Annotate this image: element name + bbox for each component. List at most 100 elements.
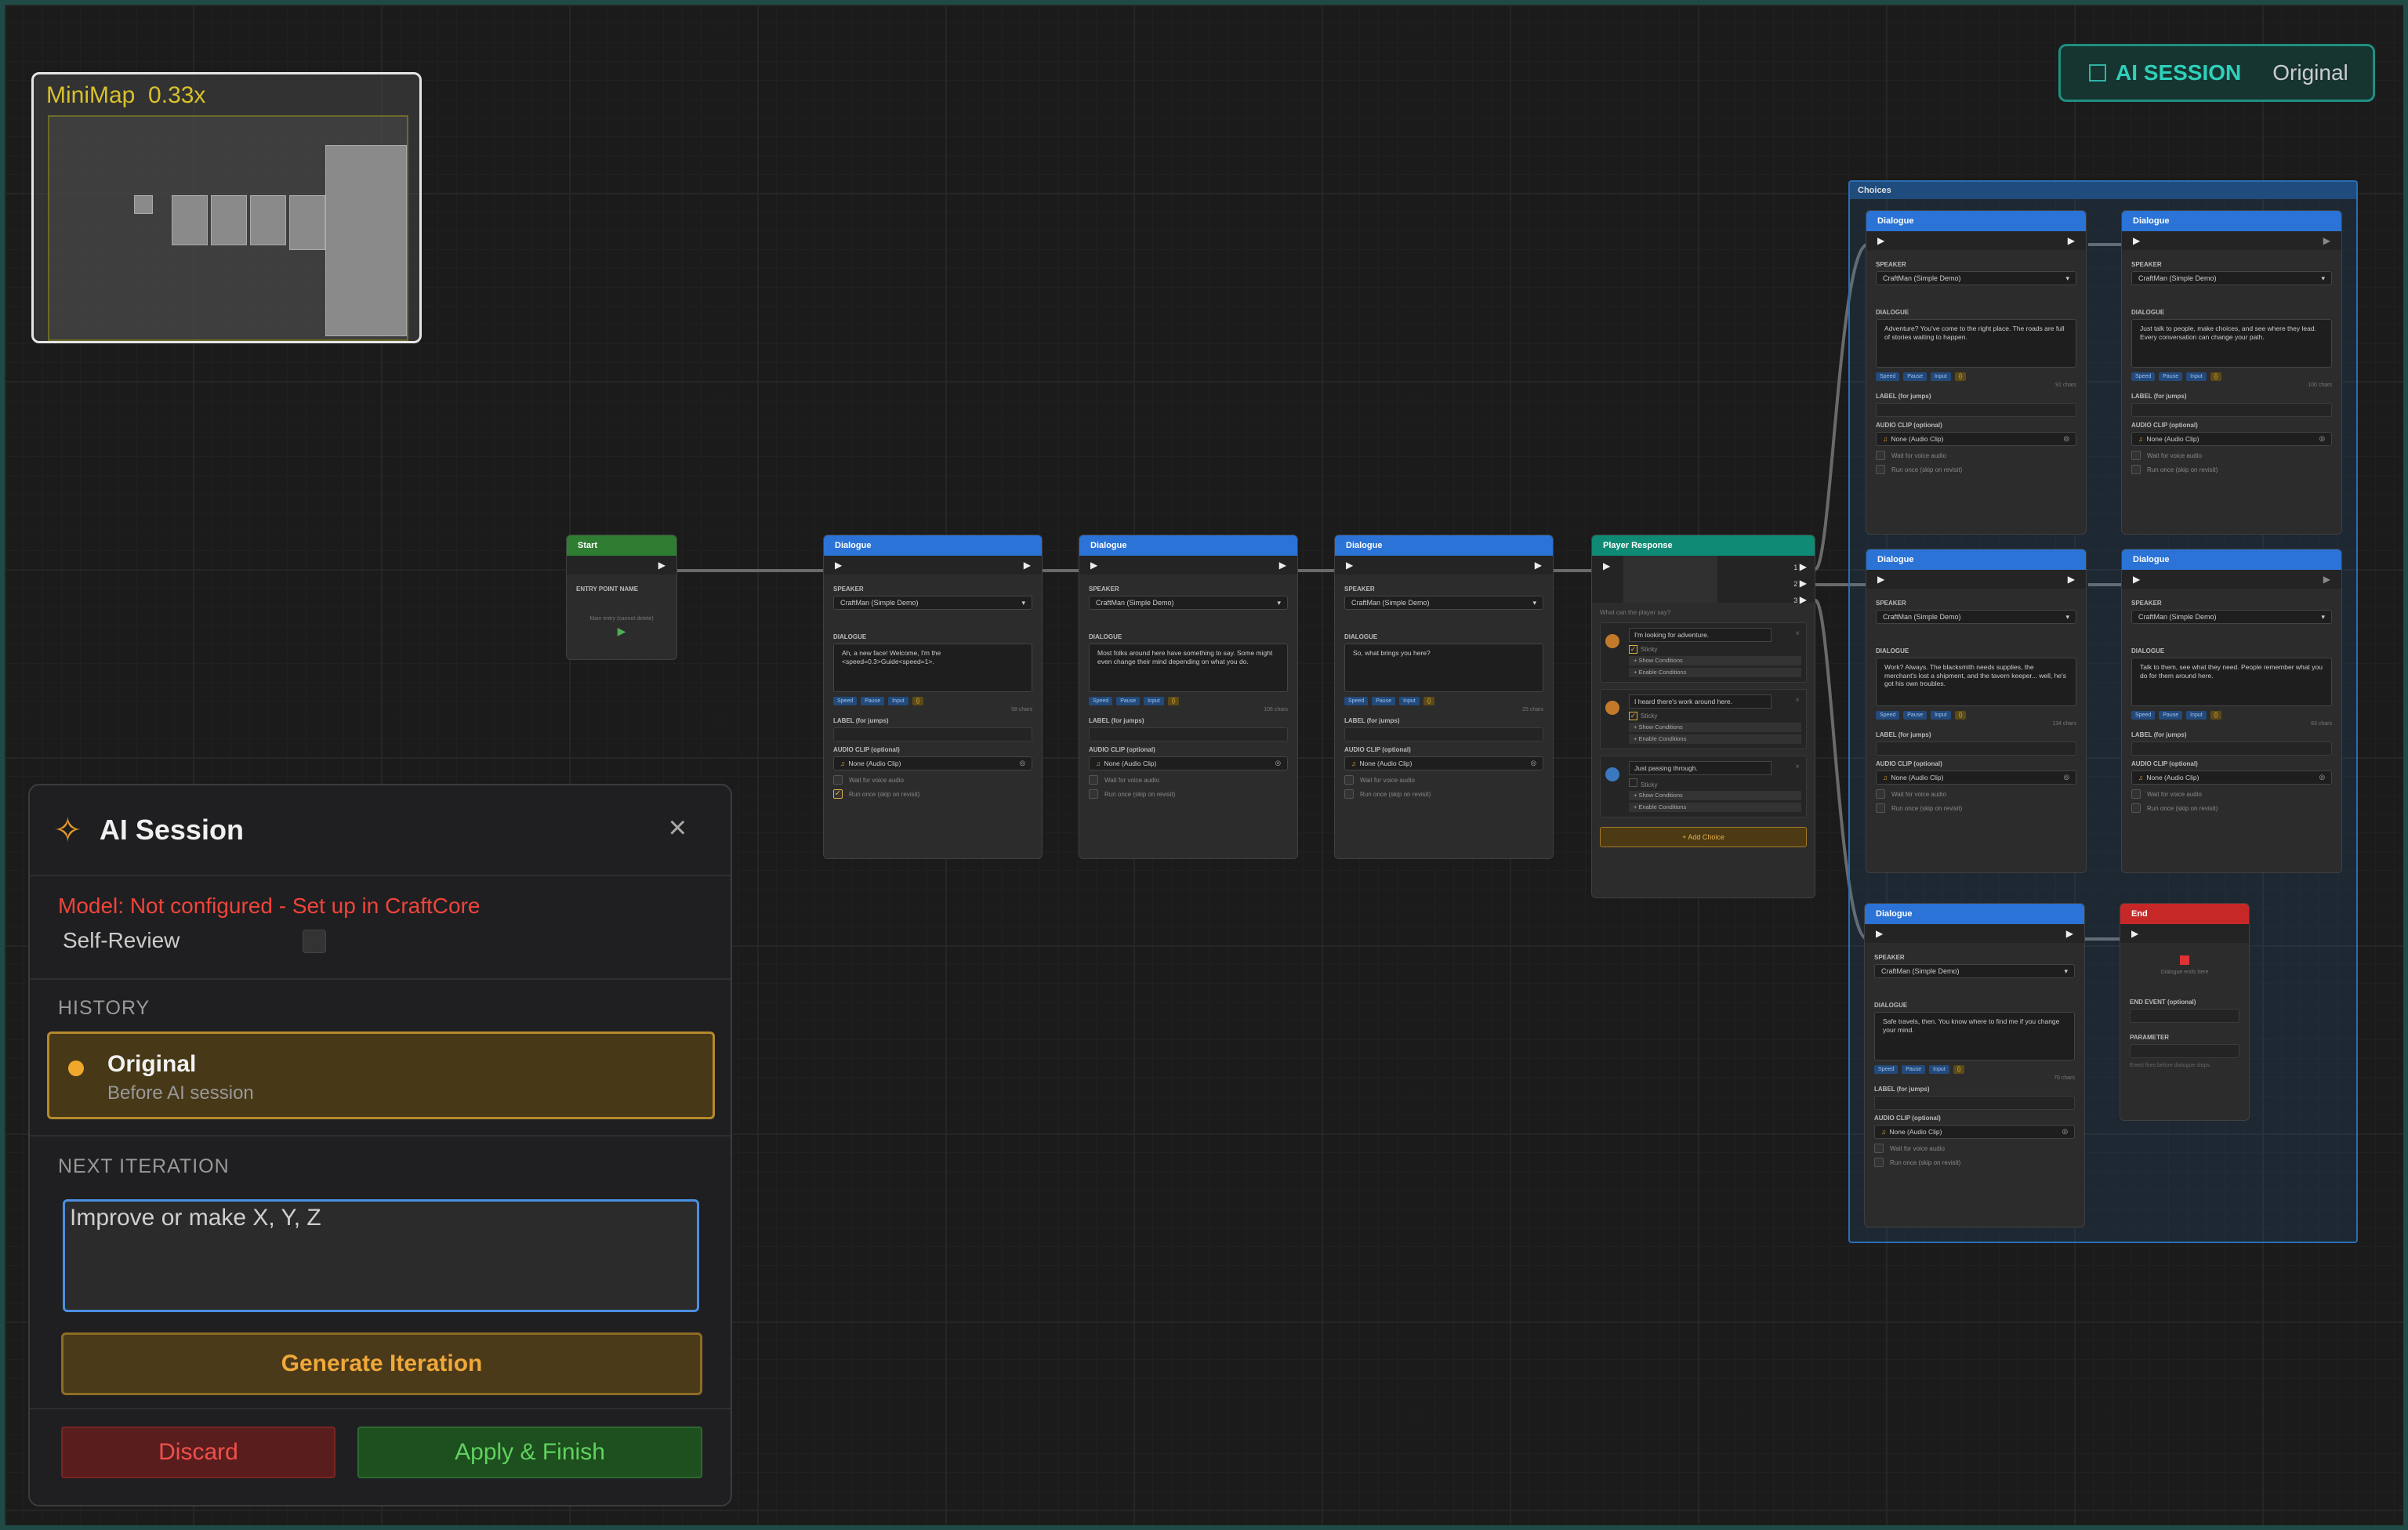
output-port-icon[interactable]: ▶ [1279,560,1286,571]
target-icon[interactable]: ◎ [2319,773,2325,781]
input-port-icon[interactable]: ▶ [835,560,842,571]
sticky-checkbox[interactable]: ✓ Sticky [1629,712,1801,720]
run-once-checkbox[interactable]: Run once (skip on revisit) [1876,465,2076,474]
enable-conditions-button[interactable]: + Enable Conditions [1629,803,1801,812]
audio-clip-field[interactable]: ♫ None (Audio Clip) ◎ [1874,1125,2075,1139]
run-once-checkbox[interactable]: Run once (skip on revisit) [2131,803,2332,813]
chip-variable[interactable]: {} [912,697,924,705]
input-port-icon[interactable]: ▶ [2133,235,2140,246]
input-port-icon[interactable]: ▶ [1346,560,1353,571]
dialogue-node[interactable]: Dialogue ▶ ▶ SPEAKER CraftMan (Simple Dem… [2121,210,2342,535]
discard-button[interactable]: Discard [61,1427,335,1478]
jump-label-input[interactable] [1344,727,1543,741]
chip-pause[interactable]: Pause [1372,697,1396,705]
enable-conditions-button[interactable]: + Enable Conditions [1629,668,1801,677]
input-port-icon[interactable]: ▶ [2131,928,2138,939]
target-icon[interactable]: ◎ [1531,759,1536,767]
run-once-checkbox[interactable]: Run once (skip on revisit) [1874,1158,2075,1167]
wait-voice-checkbox[interactable]: Wait for voice audio [2131,789,2332,799]
output-port-icon[interactable]: ▶ [1535,560,1542,571]
chip-input[interactable]: Input [1931,711,1951,720]
chip-pause[interactable]: Pause [2159,372,2183,381]
close-icon[interactable]: × [1795,629,1800,638]
target-icon[interactable]: ◎ [2064,773,2069,781]
output-port-icon[interactable]: ▶ [2068,574,2075,585]
dialogue-text[interactable]: Adventure? You've come to the right plac… [1876,319,2076,368]
start-node[interactable]: Start ▶ ENTRY POINT NAME Main entry (can… [566,535,677,660]
speaker-select[interactable]: CraftMan (Simple Demo) [2131,610,2332,624]
dialogue-text[interactable]: Safe travels, then. You know where to fi… [1874,1012,2075,1060]
target-icon[interactable]: ◎ [2062,1127,2068,1136]
show-conditions-button[interactable]: + Show Conditions [1629,656,1801,665]
show-conditions-button[interactable]: + Show Conditions [1629,791,1801,800]
dialogue-text[interactable]: Ah, a new face! Welcome, I'm the <speed=… [833,644,1032,692]
dialogue-node[interactable]: Dialogue ▶ ▶ SPEAKER CraftMan (Simple Dem… [1079,535,1298,859]
chip-pause[interactable]: Pause [1903,372,1927,381]
jump-label-input[interactable] [1874,1096,2075,1110]
target-icon[interactable]: ◎ [1020,759,1025,767]
dialogue-node[interactable]: Dialogue ▶ ▶ SPEAKER CraftMan (Simple Dem… [1866,210,2087,535]
audio-clip-field[interactable]: ♫ None (Audio Clip) ◎ [833,756,1032,770]
audio-clip-field[interactable]: ♫ None (Audio Clip) ◎ [1344,756,1543,770]
wait-voice-checkbox[interactable]: Wait for voice audio [1876,789,2076,799]
target-icon[interactable]: ◎ [2319,434,2325,443]
output-port-icon[interactable]: ▶ [2323,235,2330,246]
play-icon[interactable]: ▶ [576,625,667,638]
input-port-icon[interactable]: ▶ [1876,928,1883,939]
chip-variable[interactable]: {} [1954,711,1967,720]
end-node[interactable]: End ▶ Dialogue ends here END EVENT (opti… [2120,903,2250,1121]
jump-label-input[interactable] [1876,403,2076,417]
chip-pause[interactable]: Pause [1116,697,1141,705]
chip-variable[interactable]: {} [1954,372,1967,381]
minimap[interactable]: MiniMap 0.33x [31,72,422,343]
chip-speed[interactable]: Speed [1874,1065,1898,1074]
add-choice-button[interactable]: + Add Choice [1600,827,1807,847]
self-review-checkbox[interactable] [303,930,326,953]
choice-text[interactable]: I heard there's work around here. [1629,694,1772,709]
choice-item[interactable]: Just passing through. × Sticky + Show Co… [1600,756,1807,818]
speaker-select[interactable]: CraftMan (Simple Demo) [1876,610,2076,624]
choice-port[interactable]: 1 ▶ [1793,559,1807,575]
dialogue-node[interactable]: Dialogue ▶ ▶ SPEAKER CraftMan (Simple Dem… [1334,535,1554,859]
wait-voice-checkbox[interactable]: Wait for voice audio [1876,451,2076,460]
chip-variable[interactable]: {} [1953,1065,1965,1074]
chip-speed[interactable]: Speed [1089,697,1113,705]
chip-input[interactable]: Input [888,697,908,705]
dialogue-text[interactable]: Work? Always. The blacksmith needs suppl… [1876,658,2076,706]
close-icon[interactable]: × [669,810,687,846]
output-port-icon[interactable]: ▶ [1024,560,1031,571]
chip-input[interactable]: Input [1929,1065,1949,1074]
target-icon[interactable]: ◎ [1275,759,1281,767]
close-icon[interactable]: × [1795,696,1800,705]
dialogue-node[interactable]: Dialogue ▶ ▶ SPEAKER CraftMan (Simple Dem… [823,535,1043,859]
run-once-checkbox[interactable]: Run once (skip on revisit) [1089,789,1288,799]
chip-input[interactable]: Input [1144,697,1164,705]
chip-speed[interactable]: Speed [833,697,858,705]
choice-port[interactable]: 3 ▶ [1793,592,1807,608]
chip-pause[interactable]: Pause [1903,711,1927,720]
input-port-icon[interactable]: ▶ [1090,560,1097,571]
choice-item[interactable]: I heard there's work around here. × ✓ Sti… [1600,689,1807,749]
dialogue-text[interactable]: Most folks around here have something to… [1089,644,1288,692]
dialogue-text[interactable]: Talk to them, see what they need. People… [2131,658,2332,706]
generate-iteration-button[interactable]: Generate Iteration [61,1332,702,1395]
chip-speed[interactable]: Speed [1876,372,1900,381]
jump-label-input[interactable] [1876,741,2076,756]
jump-label-input[interactable] [833,727,1032,741]
player-response-node[interactable]: Player Response ▶ 1 ▶ 2 ▶ 3 ▶ What can t… [1591,535,1815,898]
speaker-select[interactable]: CraftMan (Simple Demo) [1344,596,1543,610]
input-port-icon[interactable]: ▶ [1603,560,1610,571]
run-once-checkbox[interactable]: ✓ Run once (skip on revisit) [833,789,1032,799]
iteration-prompt-input[interactable]: Improve or make X, Y, Z [63,1199,699,1312]
speaker-select[interactable]: CraftMan (Simple Demo) [2131,271,2332,285]
chip-speed[interactable]: Speed [2131,711,2156,720]
run-once-checkbox[interactable]: Run once (skip on revisit) [2131,465,2332,474]
choice-port[interactable]: 2 ▶ [1793,575,1807,592]
chip-speed[interactable]: Speed [1344,697,1369,705]
output-port-icon[interactable]: ▶ [2068,235,2075,246]
chip-input[interactable]: Input [2186,372,2207,381]
chip-input[interactable]: Input [1931,372,1951,381]
chip-pause[interactable]: Pause [861,697,885,705]
chip-variable[interactable]: {} [1423,697,1435,705]
chip-speed[interactable]: Speed [1876,711,1900,720]
